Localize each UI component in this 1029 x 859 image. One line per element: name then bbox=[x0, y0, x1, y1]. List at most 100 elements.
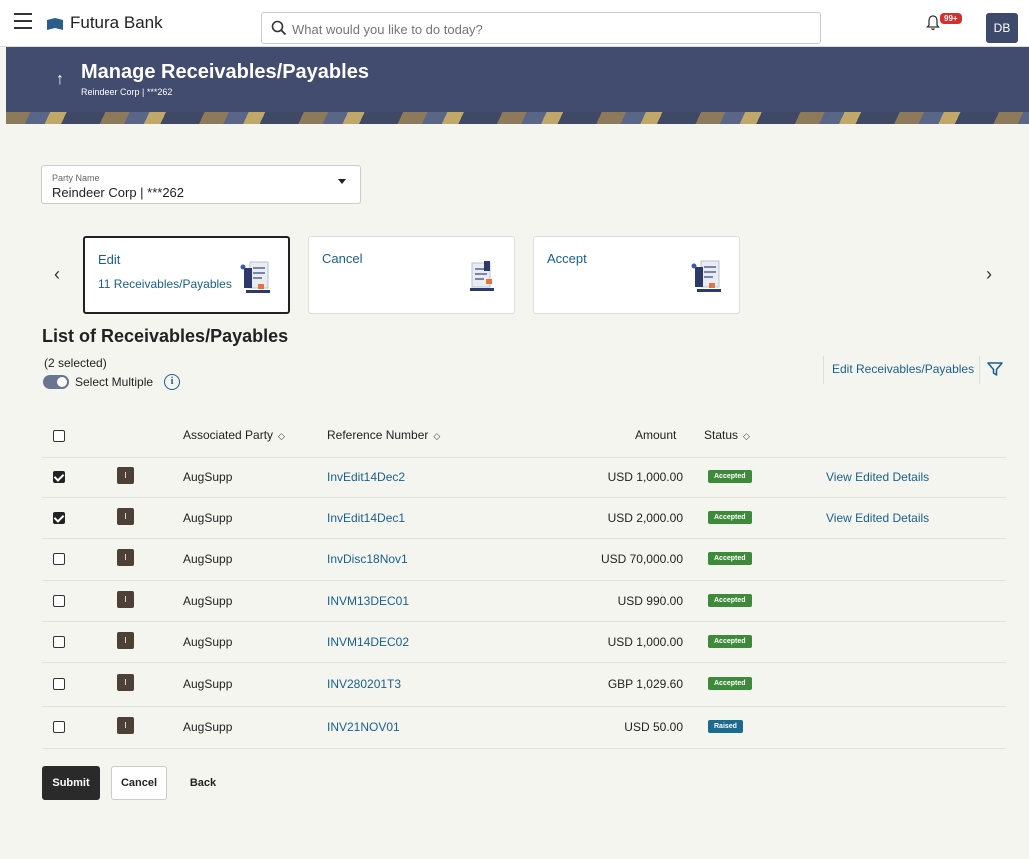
amount-cell: USD 50.00 bbox=[624, 720, 683, 734]
carousel-next-icon[interactable]: › bbox=[986, 264, 992, 285]
card-edit[interactable]: Edit 11 Receivables/Payables bbox=[83, 236, 290, 314]
row-checkbox[interactable] bbox=[53, 678, 65, 690]
row-checkbox[interactable] bbox=[53, 721, 65, 733]
search-bar[interactable] bbox=[261, 12, 821, 44]
sort-icon[interactable]: ◇ bbox=[278, 431, 285, 441]
row-checkbox[interactable] bbox=[53, 594, 65, 607]
reference-link[interactable]: InvEdit14Dec2 bbox=[327, 470, 405, 484]
amount-cell: USD 990.00 bbox=[617, 593, 683, 608]
info-icon[interactable]: i bbox=[164, 374, 180, 390]
reference-link[interactable]: InvEdit14Dec1 bbox=[327, 511, 405, 525]
invoice-type-icon: I bbox=[117, 507, 134, 525]
row-divider bbox=[42, 748, 1006, 749]
card-edit-subtitle: 11 Receivables/Payables bbox=[98, 277, 232, 291]
amount-cell: USD 1,000.00 bbox=[607, 470, 683, 484]
reference-link[interactable]: INVM13DEC01 bbox=[327, 594, 409, 608]
status-badge: Raised bbox=[708, 720, 743, 733]
view-edited-details-link[interactable]: View Edited Details bbox=[826, 511, 929, 525]
reference-link[interactable]: InvDisc18Nov1 bbox=[327, 552, 408, 566]
column-header-reference[interactable]: Reference Number ◇ bbox=[327, 428, 440, 442]
column-label: Status bbox=[704, 428, 739, 442]
selected-count: (2 selected) bbox=[44, 356, 107, 370]
amount-cell: GBP 1,029.60 bbox=[607, 677, 683, 691]
bell-icon[interactable] bbox=[926, 15, 940, 31]
row-divider bbox=[42, 580, 1006, 581]
row-divider bbox=[42, 621, 1006, 622]
submit-button[interactable]: Submit bbox=[42, 766, 100, 800]
brand-name: Futura Bank bbox=[70, 13, 163, 32]
reference-link[interactable]: INV280201T3 bbox=[327, 677, 401, 691]
party-cell: AugSupp bbox=[183, 720, 233, 734]
reference-link[interactable]: INV21NOV01 bbox=[327, 720, 400, 734]
chevron-down-icon bbox=[338, 179, 346, 184]
page-subtitle: Reindeer Corp | ***262 bbox=[81, 87, 173, 97]
party-name-value: Reindeer Corp | ***262 bbox=[52, 185, 185, 200]
back-arrow-icon[interactable]: ↑ bbox=[56, 71, 64, 89]
party-cell: AugSupp bbox=[183, 634, 233, 649]
invoice-type-icon: I bbox=[117, 717, 134, 734]
back-button[interactable]: Back bbox=[180, 766, 226, 800]
bank-logo-icon bbox=[47, 18, 63, 30]
row-checkbox[interactable] bbox=[53, 635, 65, 648]
row-divider bbox=[42, 497, 1006, 498]
divider bbox=[979, 356, 980, 384]
top-bar: Futura Bank 99+ DB bbox=[0, 0, 1029, 47]
card-edit-title: Edit bbox=[98, 252, 121, 267]
party-cell: AugSupp bbox=[183, 593, 233, 608]
status-badge: Accepted bbox=[708, 510, 752, 524]
view-edited-details-link[interactable]: View Edited Details bbox=[826, 470, 929, 484]
column-label: Reference Number bbox=[327, 428, 429, 442]
user-avatar[interactable]: DB bbox=[986, 13, 1018, 43]
column-header-status[interactable]: Status ◇ bbox=[704, 428, 750, 442]
status-badge: Accepted bbox=[708, 634, 752, 648]
party-cell: AugSupp bbox=[183, 470, 233, 484]
column-header-party[interactable]: Associated Party ◇ bbox=[183, 428, 285, 442]
party-cell: AugSupp bbox=[183, 510, 233, 525]
status-badge: Accepted bbox=[708, 593, 752, 607]
invoice-type-icon: I bbox=[117, 590, 134, 608]
party-name-dropdown[interactable]: Party Name Reindeer Corp | ***262 bbox=[41, 165, 361, 204]
divider bbox=[823, 356, 824, 384]
accept-document-icon bbox=[691, 260, 721, 292]
invoice-type-icon: I bbox=[117, 467, 134, 484]
invoice-type-icon: I bbox=[117, 549, 134, 566]
list-title: List of Receivables/Payables bbox=[42, 326, 289, 346]
cancel-document-icon bbox=[470, 261, 494, 291]
party-cell: AugSupp bbox=[183, 677, 233, 691]
carousel-prev-icon[interactable]: ‹ bbox=[54, 264, 60, 285]
table-divider bbox=[42, 457, 1006, 458]
status-badge: Accepted bbox=[708, 552, 752, 565]
edit-receivables-link[interactable]: Edit Receivables/Payables bbox=[832, 362, 974, 376]
row-checkbox[interactable] bbox=[53, 511, 65, 524]
header-pattern bbox=[6, 112, 1029, 124]
status-badge: Accepted bbox=[708, 677, 752, 690]
select-multiple-label: Select Multiple bbox=[75, 375, 154, 389]
select-all-checkbox[interactable] bbox=[53, 430, 65, 442]
invoice-type-icon: I bbox=[117, 674, 134, 691]
search-input[interactable] bbox=[292, 19, 792, 39]
reference-link[interactable]: INVM14DEC02 bbox=[327, 635, 409, 649]
status-badge: Accepted bbox=[708, 470, 752, 483]
row-checkbox[interactable] bbox=[53, 471, 65, 483]
party-name-label: Party Name bbox=[52, 173, 100, 183]
invoice-type-icon: I bbox=[117, 631, 134, 649]
search-icon bbox=[271, 20, 287, 36]
amount-cell: USD 1,000.00 bbox=[607, 634, 683, 649]
amount-cell: USD 2,000.00 bbox=[607, 510, 683, 525]
sort-icon[interactable]: ◇ bbox=[743, 431, 750, 441]
page-header: ↑ Manage Receivables/Payables Reindeer C… bbox=[6, 47, 1029, 124]
card-accept-title: Accept bbox=[547, 251, 587, 266]
column-header-amount: Amount bbox=[635, 428, 677, 442]
card-cancel[interactable]: Cancel bbox=[308, 236, 515, 314]
sort-icon[interactable]: ◇ bbox=[433, 431, 440, 441]
amount-cell: USD 70,000.00 bbox=[600, 552, 683, 566]
cancel-button[interactable]: Cancel bbox=[111, 766, 167, 800]
party-cell: AugSupp bbox=[183, 552, 233, 566]
row-checkbox[interactable] bbox=[53, 553, 65, 565]
row-divider bbox=[42, 706, 1006, 707]
card-accept[interactable]: Accept bbox=[533, 236, 740, 314]
filter-icon[interactable] bbox=[987, 361, 1003, 377]
select-multiple-toggle[interactable] bbox=[43, 375, 69, 389]
menu-icon[interactable] bbox=[14, 13, 32, 31]
edit-document-icon bbox=[240, 261, 270, 293]
